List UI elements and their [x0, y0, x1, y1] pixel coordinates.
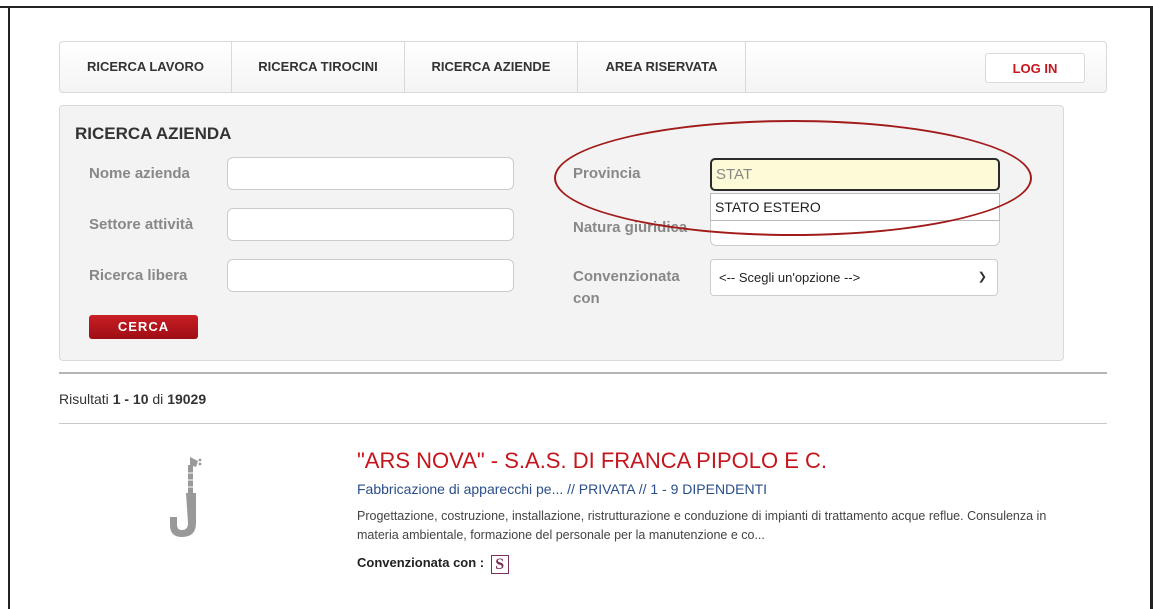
window-left-border [8, 8, 10, 609]
results-of: di [152, 391, 164, 407]
login-button[interactable]: LOG IN [985, 53, 1085, 83]
convenzionata-selected-value: <-- Scegli un'opzione --> [719, 270, 861, 285]
ricerca-libera-input[interactable] [227, 259, 514, 292]
search-title: RICERCA AZIENDA [75, 124, 232, 143]
label-convenzionata: Convenzionata con [573, 266, 680, 310]
nav-ricerca-lavoro[interactable]: RICERCA LAVORO [60, 42, 232, 92]
label-provincia: Provincia [573, 165, 641, 182]
search-panel: RICERCA AZIENDA Nome azienda Settore att… [59, 105, 1064, 361]
label-natura-giuridica: Natura giuridica [573, 219, 688, 236]
label-convenzionata-line2: con [573, 290, 600, 307]
convenzionata-select[interactable]: <-- Scegli un'opzione --> ❯ [710, 259, 998, 296]
autocomplete-option-stato-estero[interactable]: STATO ESTERO [710, 193, 1000, 221]
results-range: 1 - 10 [112, 391, 149, 407]
result-subtitle: Fabbricazione di apparecchi pe... // PRI… [357, 481, 768, 497]
guitar-icon [170, 457, 202, 537]
results-prefix: Risultati [59, 391, 109, 407]
label-ricerca-libera: Ricerca libera [89, 267, 188, 284]
label-settore-attivita: Settore attività [89, 216, 194, 233]
result-description: Progettazione, costruzione, installazion… [357, 509, 1047, 542]
results-count: Risultati 1 - 10 di 19029 [59, 391, 206, 407]
result-convenzionata: Convenzionata con : S [357, 555, 509, 574]
result-title-link[interactable]: "ARS NOVA" - S.A.S. DI FRANCA PIPOLO E C… [357, 448, 827, 474]
window-top-border [0, 0, 1153, 8]
top-nav: RICERCA LAVORO RICERCA TIROCINI RICERCA … [59, 41, 1107, 93]
provincia-input[interactable]: STAT [710, 158, 1000, 191]
nav-ricerca-tirocini[interactable]: RICERCA TIROCINI [232, 42, 405, 92]
results-total: 19029 [167, 391, 207, 407]
nav-area-riservata[interactable]: AREA RISERVATA [578, 42, 746, 92]
label-convenzionata-line1: Convenzionata [573, 268, 680, 285]
divider-results [59, 423, 1107, 424]
nome-azienda-input[interactable] [227, 157, 514, 190]
label-nome-azienda: Nome azienda [89, 165, 190, 182]
convenzionata-badge-icon: S [490, 555, 509, 574]
chevron-down-icon: ❯ [977, 271, 987, 283]
cerca-button[interactable]: CERCA [89, 315, 198, 339]
convenzionata-label: Convenzionata con : [357, 555, 485, 570]
divider-top [59, 372, 1107, 374]
nav-ricerca-aziende[interactable]: RICERCA AZIENDE [405, 42, 578, 92]
settore-attivita-input[interactable] [227, 208, 514, 241]
